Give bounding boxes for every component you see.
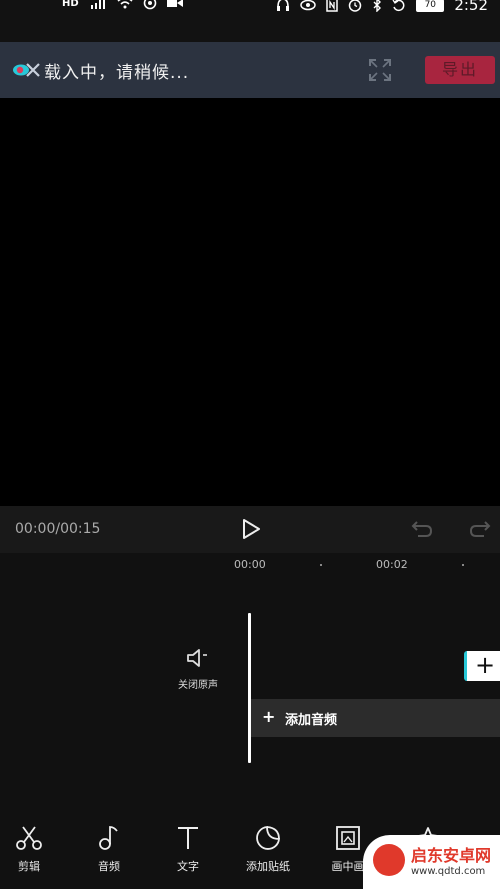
- rotate-icon: [392, 0, 405, 12]
- alarm-icon: [349, 0, 362, 12]
- tool-audio[interactable]: 音频: [69, 823, 149, 874]
- timeline[interactable]: 00:00 00:02 关闭原声 + 添加音频 +: [0, 553, 500, 809]
- loading-status: 载入中，请稍候...: [44, 63, 190, 83]
- redo-icon[interactable]: [468, 519, 492, 539]
- wifi-icon: [117, 0, 133, 9]
- eye-icon: [300, 0, 317, 11]
- mute-original-button[interactable]: 关闭原声: [170, 648, 226, 691]
- headset-icon: [277, 0, 290, 11]
- watermark: 启东安卓网 www.qdtd.com: [363, 835, 500, 889]
- hd-icon: HD: [62, 0, 79, 9]
- signal-icon: [90, 0, 105, 9]
- bluetooth-icon: [373, 0, 382, 12]
- add-audio-label: 添加音频: [285, 713, 338, 728]
- app-logo-icon[interactable]: [11, 60, 41, 80]
- tool-label: 音频: [98, 860, 120, 873]
- ruler-tick: [320, 564, 322, 566]
- plus-icon: +: [262, 707, 276, 726]
- playback-bar: 00:00/00:15: [0, 506, 500, 553]
- sync-icon: [143, 0, 156, 10]
- speaker-icon: [187, 649, 207, 667]
- watermark-logo-icon: [373, 844, 405, 876]
- tool-edit[interactable]: 剪辑: [0, 823, 69, 874]
- tool-label: 文字: [177, 860, 199, 873]
- tool-label: 添加贴纸: [246, 860, 290, 873]
- watermark-url: www.qdtd.com: [411, 866, 486, 877]
- tool-text[interactable]: 文字: [148, 823, 228, 874]
- mute-label: 关闭原声: [178, 680, 218, 691]
- nfc-icon: [326, 0, 339, 12]
- music-note-icon: [99, 826, 118, 850]
- sticker-icon: [256, 826, 280, 850]
- export-button[interactable]: 导出: [425, 56, 495, 84]
- text-icon: [178, 827, 198, 849]
- video-preview[interactable]: [0, 98, 500, 506]
- video-icon: [166, 0, 183, 7]
- fullscreen-icon[interactable]: [368, 58, 392, 82]
- watermark-title: 启东安卓网: [411, 846, 492, 865]
- add-audio-track[interactable]: + 添加音频: [251, 699, 500, 737]
- editor-header: 载入中，请稍候... 导出: [0, 42, 500, 98]
- battery-icon: 70: [416, 0, 445, 12]
- add-clip-button[interactable]: +: [464, 651, 500, 681]
- status-bar: HD 70 2:52: [0, 0, 500, 42]
- playhead[interactable]: [248, 613, 251, 763]
- ruler-label-0: 00:00: [234, 558, 266, 571]
- scissors-icon: [16, 826, 42, 850]
- tool-label: 剪辑: [18, 860, 40, 873]
- ruler-tick: [462, 564, 464, 566]
- ruler-label-1: 00:02: [376, 558, 408, 571]
- play-icon[interactable]: [240, 518, 262, 540]
- clock: 2:52: [454, 0, 488, 14]
- undo-icon[interactable]: [410, 519, 434, 539]
- tool-sticker[interactable]: 添加贴纸: [228, 823, 308, 874]
- picture-in-picture-icon: [336, 826, 360, 850]
- timecode: 00:00/00:15: [15, 521, 101, 537]
